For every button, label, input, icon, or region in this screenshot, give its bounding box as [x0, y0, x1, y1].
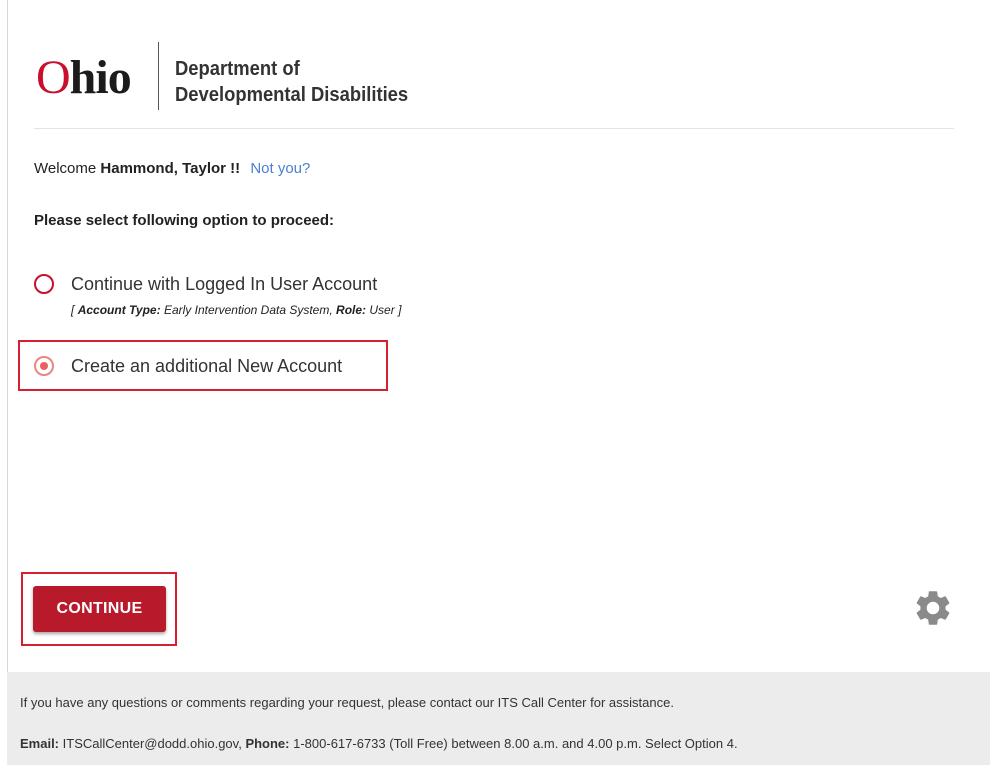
welcome-message: Welcome Hammond, Taylor !! Not you?: [34, 159, 310, 179]
continue-button[interactable]: CONTINUE: [33, 586, 166, 632]
option-highlight-box: [18, 340, 388, 391]
footer-help-text: If you have any questions or comments re…: [20, 695, 674, 710]
account-type-label: Account Type:: [77, 303, 161, 317]
email-value: ITSCallCenter@dodd.ohio.gov,: [62, 736, 242, 751]
phone-value: 1-800-617-6733 (Toll Free) between 8.00 …: [293, 736, 738, 751]
account-details-note: [ Account Type: Early Intervention Data …: [71, 303, 402, 317]
department-line-2: Developmental Disabilities: [175, 84, 409, 106]
department-name: Department of Developmental Disabilities: [175, 56, 408, 108]
footer: If you have any questions or comments re…: [7, 672, 990, 765]
header-divider: [34, 128, 954, 129]
role-label: Role:: [336, 303, 367, 317]
account-type-value: Early Intervention Data System,: [163, 303, 333, 317]
ohio-logo: Ohio: [36, 51, 132, 104]
phone-label: Phone:: [245, 736, 290, 751]
welcome-prefix: Welcome: [34, 160, 97, 177]
logo-divider: [158, 42, 159, 110]
left-border: [7, 0, 8, 672]
radio-continue-logged-in[interactable]: [34, 274, 54, 294]
footer-contact: Email: ITSCallCenter@dodd.ohio.gov, Phon…: [20, 736, 738, 751]
header: Ohio Department of Developmental Disabil…: [34, 40, 954, 110]
department-line-1: Department of: [175, 58, 300, 80]
prompt-text: Please select following option to procee…: [34, 212, 335, 229]
user-name: Hammond, Taylor !!: [100, 160, 241, 177]
option-continue-logged-in[interactable]: Continue with Logged In User Account: [34, 273, 377, 295]
option-label: Continue with Logged In User Account: [71, 274, 378, 294]
role-value: User: [369, 303, 395, 317]
gear-icon[interactable]: [912, 587, 954, 629]
email-label: Email:: [20, 736, 60, 751]
not-you-link[interactable]: Not you?: [250, 160, 310, 177]
